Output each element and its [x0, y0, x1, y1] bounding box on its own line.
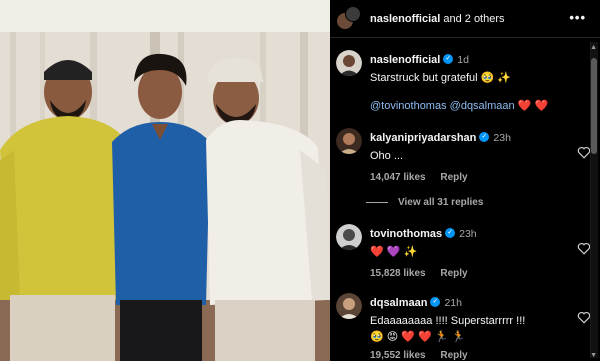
- caption-username[interactable]: naslenofficial: [370, 54, 440, 66]
- view-all-replies-label[interactable]: View all 31 replies: [398, 197, 483, 208]
- comment-time[interactable]: 21h: [444, 297, 462, 309]
- caption-emojis: ❤️ ❤️: [517, 100, 549, 112]
- avatar[interactable]: [336, 293, 362, 319]
- comment-time[interactable]: 23h: [493, 132, 511, 144]
- scrollbar-thumb[interactable]: [591, 58, 597, 154]
- view-all-replies[interactable]: View all 31 replies: [366, 197, 483, 208]
- divider: [366, 201, 388, 203]
- verified-badge-icon: ✓: [443, 53, 454, 64]
- comment-text: Oho ...: [370, 150, 404, 162]
- comments-panel: naslenofficial and 2 others ••• naslenof…: [330, 0, 600, 361]
- comment-text: Edaaaaaaaa !!!! Superstarrrrr !!!: [370, 315, 526, 327]
- caption-text: Starstruck but grateful 🥹 ✨: [370, 72, 512, 84]
- mention-link[interactable]: @tovinothomas: [370, 100, 447, 112]
- avatar: [345, 5, 361, 22]
- reply-button[interactable]: Reply: [440, 172, 467, 183]
- comment-time[interactable]: 23h: [459, 228, 477, 240]
- comment-likes[interactable]: 14,047 likes: [370, 172, 426, 183]
- comment-emojis: 🥹 😡 ❤️ ❤️ 🏃 🏃: [370, 331, 466, 343]
- more-horizontal-icon[interactable]: •••: [569, 10, 586, 25]
- avatar[interactable]: [336, 50, 362, 76]
- post-header: naslenofficial and 2 others •••: [330, 0, 600, 38]
- verified-badge-icon: ✓: [479, 131, 490, 142]
- post-photo-illustration: [0, 0, 330, 361]
- heart-icon[interactable]: [577, 311, 591, 324]
- avatar[interactable]: [336, 128, 362, 154]
- comment-username[interactable]: tovinothomas: [370, 228, 442, 240]
- reply-button[interactable]: Reply: [440, 350, 467, 361]
- header-coauthors[interactable]: and 2 others: [443, 13, 504, 25]
- heart-icon[interactable]: [577, 242, 591, 255]
- header-title[interactable]: naslenofficial and 2 others: [370, 13, 505, 25]
- heart-icon[interactable]: [577, 146, 591, 159]
- comment-likes[interactable]: 15,828 likes: [370, 268, 426, 279]
- coauthor-avatars[interactable]: [336, 5, 362, 32]
- caption-time[interactable]: 1d: [457, 54, 469, 66]
- scroll-down-arrow-icon[interactable]: ▼: [590, 352, 597, 359]
- comment-text: ❤️ 💜 ✨: [370, 246, 418, 258]
- comment-username[interactable]: kalyanipriyadarshan: [370, 132, 476, 144]
- avatar-icon: [336, 50, 362, 76]
- avatar[interactable]: [336, 224, 362, 250]
- post-photo: [0, 0, 330, 361]
- comment-likes[interactable]: 19,552 likes: [370, 350, 426, 361]
- comment-username[interactable]: dqsalmaan: [370, 297, 427, 309]
- mention-link[interactable]: @dqsalmaan: [450, 100, 515, 112]
- scroll-up-arrow-icon[interactable]: ▲: [590, 44, 597, 51]
- avatar-icon: [336, 224, 362, 250]
- verified-badge-icon: ✓: [445, 227, 456, 238]
- avatar-icon: [336, 128, 362, 154]
- caption-mentions: @tovinothomas @dqsalmaan ❤️ ❤️: [370, 99, 575, 112]
- avatar-icon: [336, 293, 362, 319]
- header-username[interactable]: naslenofficial: [370, 13, 440, 25]
- reply-button[interactable]: Reply: [440, 268, 467, 279]
- verified-badge-icon: ✓: [430, 296, 441, 307]
